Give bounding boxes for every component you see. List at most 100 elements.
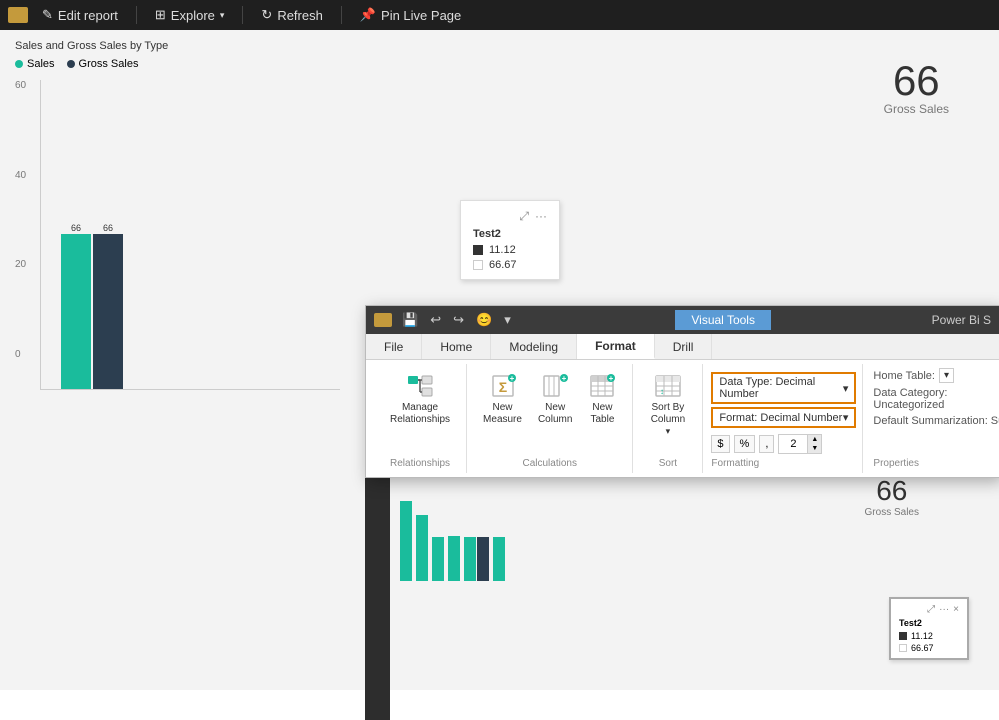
- decimal-spinbox[interactable]: ▲ ▼: [778, 434, 822, 454]
- bars-container: 66 66: [41, 80, 340, 389]
- format-options-row: $ % , ▲ ▼: [711, 434, 854, 454]
- svg-text:+: +: [609, 374, 614, 383]
- mini-expand-icon: ⤢: [927, 604, 935, 615]
- mini-bar-1: [400, 501, 412, 581]
- undo-icon[interactable]: ↩: [426, 310, 445, 330]
- summarization-row: Default Summarization: Sum ▾: [873, 415, 999, 427]
- dollar-button[interactable]: $: [711, 435, 729, 453]
- mini-bar-fill-3: [432, 537, 444, 581]
- svg-text:+: +: [562, 374, 567, 383]
- manage-relationships-button[interactable]: ManageRelationships: [384, 368, 456, 430]
- new-column-label: NewColumn: [538, 402, 572, 426]
- quick-access-icon[interactable]: ▾: [500, 310, 515, 330]
- save-icon[interactable]: 💾: [398, 310, 422, 330]
- tooltip-icons: ⤢ ···: [473, 209, 547, 224]
- tooltip-title: Test2: [473, 228, 547, 240]
- edit-report-icon: ✎: [42, 7, 53, 23]
- bar-gross: 66: [93, 223, 123, 389]
- new-column-button[interactable]: + NewColumn: [532, 368, 578, 430]
- legend-dot-gross: [67, 60, 75, 68]
- explore-button[interactable]: ⊞ Explore ▾: [145, 4, 235, 26]
- tab-format[interactable]: Format: [577, 334, 655, 359]
- calculations-section: Σ + NewMeasure: [467, 364, 633, 473]
- redo-icon[interactable]: ↪: [449, 310, 468, 330]
- mini-bar-6: [493, 537, 505, 581]
- mini-tooltip-icons: ⤢ ··· ×: [899, 604, 959, 615]
- separator2: [242, 6, 243, 24]
- bar-fill-sales: [61, 234, 91, 389]
- legend-item-gross: Gross Sales: [67, 58, 139, 70]
- tab-file[interactable]: File: [366, 334, 422, 359]
- sort-section-label: Sort: [641, 454, 694, 469]
- explore-icon: ⊞: [155, 7, 166, 23]
- tooltip-swatch-2: [473, 260, 483, 270]
- refresh-button[interactable]: ↻ Refresh: [251, 4, 332, 26]
- mini-swatch-1: [899, 632, 907, 640]
- chart-legend: Sales Gross Sales: [15, 58, 984, 70]
- mini-bar-fill-4: [448, 536, 460, 581]
- decrement-button[interactable]: ▼: [807, 444, 821, 453]
- pbi-logo-icon: [374, 313, 392, 327]
- gross-sales-number: 66: [884, 60, 949, 102]
- svg-text:Σ: Σ: [498, 379, 506, 395]
- relationships-btns: ManageRelationships: [384, 368, 456, 454]
- top-bar: ✎ Edit report ⊞ Explore ▾ ↻ Refresh 📌 Pi…: [0, 0, 999, 30]
- bar-group-a: 66 66: [61, 223, 123, 389]
- mini-tooltip-item-1: 11.12: [899, 631, 959, 641]
- mini-bar-fill-1: [400, 501, 412, 581]
- home-table-label: Home Table:: [873, 370, 935, 382]
- pin-icon: 📌: [360, 7, 376, 23]
- tooltip-item-1: 11.12: [473, 244, 547, 256]
- new-measure-button[interactable]: Σ + NewMeasure: [477, 368, 528, 430]
- ribbon-content: ManageRelationships Relationships Σ: [366, 360, 999, 477]
- tab-home[interactable]: Home: [422, 334, 491, 359]
- spinbox-buttons: ▲ ▼: [807, 435, 821, 453]
- format-label: Format: Decimal Number: [719, 412, 842, 424]
- relationships-section: ManageRelationships Relationships: [374, 364, 467, 473]
- properties-section-label: Properties: [873, 458, 999, 469]
- chart-title: Sales and Gross Sales by Type: [15, 40, 984, 52]
- data-category-row: Data Category: Uncategorized ▾: [873, 387, 999, 411]
- tooltip-item-2: 66.67: [473, 259, 547, 271]
- home-table-row: Home Table: ▾: [873, 368, 999, 383]
- bar-gross-value: 66: [103, 223, 113, 233]
- tab-modeling[interactable]: Modeling: [491, 334, 577, 359]
- sort-by-column-button[interactable]: ↕ Sort ByColumn ▾: [641, 368, 694, 442]
- calculations-btns: Σ + NewMeasure: [477, 368, 622, 454]
- more-icon: ···: [535, 209, 547, 224]
- mini-bar-4: [448, 536, 460, 581]
- mini-gross-sales-kpi: 66 Gross Sales: [865, 475, 919, 518]
- summarization-label: Default Summarization: Sum: [873, 415, 999, 427]
- mini-tooltip-item-2: 66.67: [899, 643, 959, 653]
- main-area: Sales and Gross Sales by Type Sales Gros…: [0, 30, 999, 690]
- tab-drill[interactable]: Drill: [655, 334, 713, 359]
- legend-label-sales: Sales: [27, 58, 55, 70]
- bar-fill-gross: [93, 234, 123, 389]
- emoji-icon[interactable]: 😊: [472, 310, 496, 330]
- mini-gross-label: Gross Sales: [865, 507, 919, 518]
- format-chevron: ▾: [843, 411, 849, 424]
- mini-bar-fill-6: [493, 537, 505, 581]
- svg-text:↕: ↕: [660, 387, 664, 396]
- pin-live-page-button[interactable]: 📌 Pin Live Page: [350, 4, 471, 26]
- decimal-input[interactable]: [779, 437, 807, 451]
- percent-button[interactable]: %: [734, 435, 756, 453]
- edit-report-button[interactable]: ✎ Edit report: [32, 4, 128, 26]
- new-table-button[interactable]: + NewTable: [582, 368, 622, 430]
- app-logo: [8, 7, 28, 23]
- visual-tools-label: Visual Tools: [675, 310, 771, 330]
- mini-close-icon: ×: [953, 604, 959, 615]
- data-type-dropdown[interactable]: Data Type: Decimal Number ▾: [711, 372, 856, 404]
- new-table-label: NewTable: [590, 402, 614, 426]
- format-dropdown[interactable]: Format: Decimal Number ▾: [711, 407, 856, 428]
- data-type-label: Data Type: Decimal Number: [719, 376, 842, 400]
- tooltip-card: ⤢ ··· Test2 11.12 66.67: [460, 200, 560, 280]
- comma-button[interactable]: ,: [759, 435, 774, 453]
- properties-section: Home Table: ▾ Data Category: Uncategoriz…: [863, 364, 999, 473]
- home-table-dropdown[interactable]: ▾: [939, 368, 954, 383]
- increment-button[interactable]: ▲: [807, 435, 821, 444]
- refresh-icon: ↻: [261, 7, 272, 23]
- mini-more-icon: ···: [939, 604, 949, 615]
- ribbon-title-icons: 💾 ↩ ↪ 😊 ▾: [374, 310, 515, 330]
- mini-gross-number: 66: [865, 475, 919, 507]
